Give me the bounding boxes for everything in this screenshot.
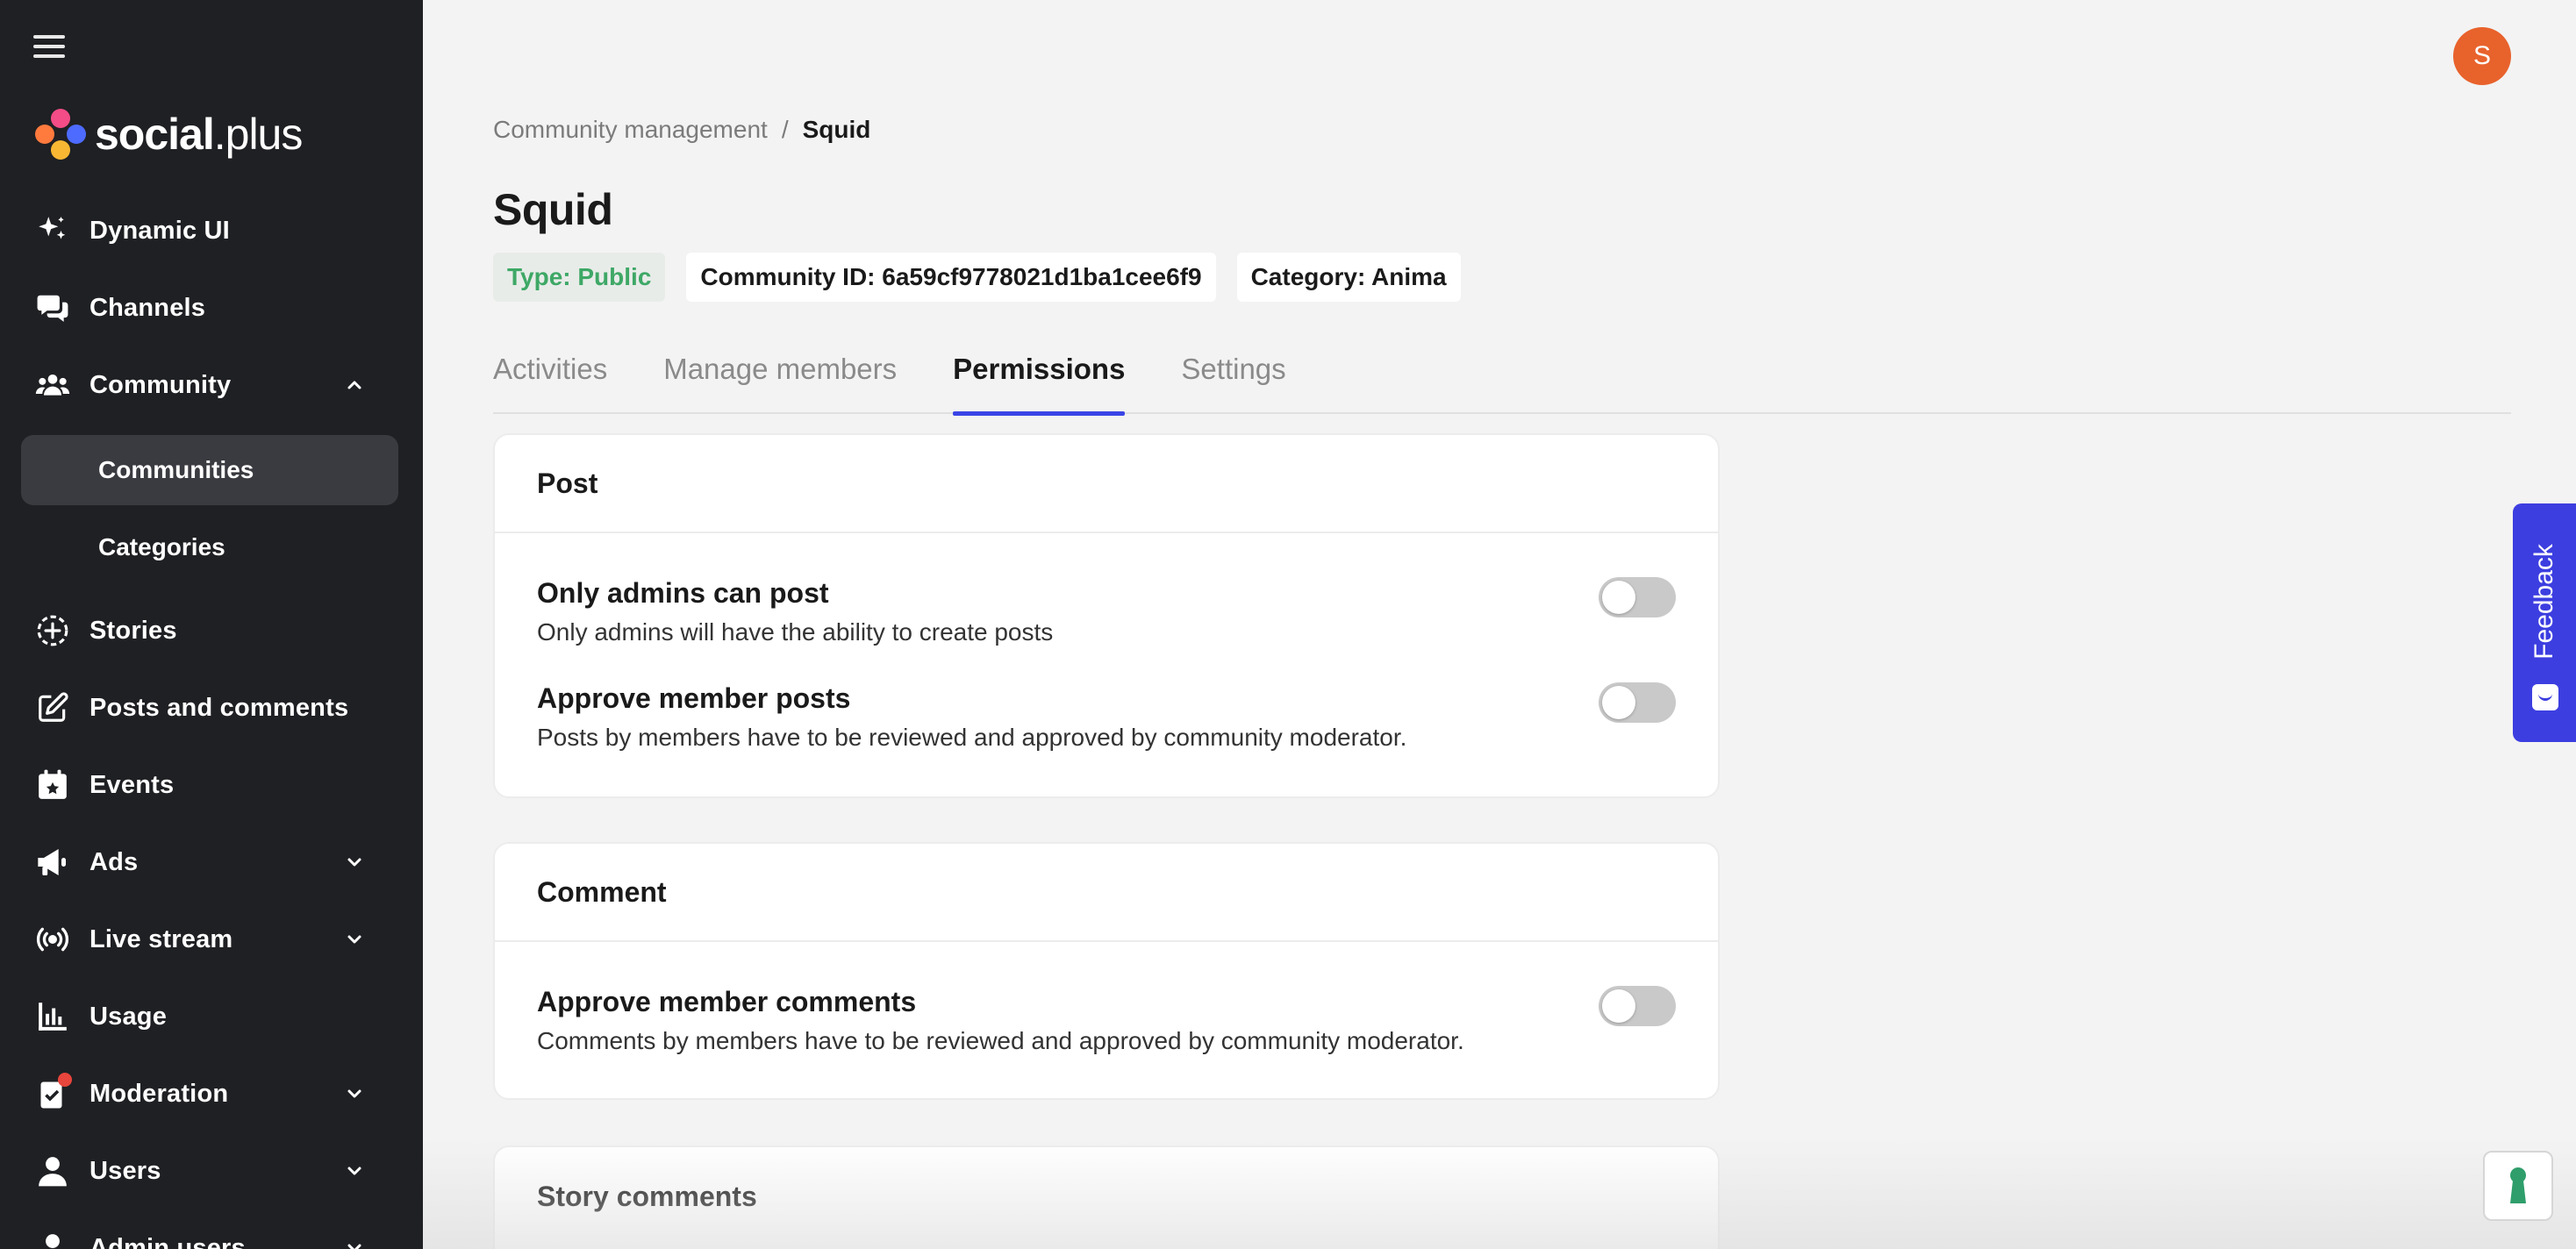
help-button[interactable]	[2483, 1151, 2553, 1221]
logo-mark-icon	[35, 109, 86, 160]
story-comments-card: Story comments	[493, 1146, 1720, 1249]
chevron-down-icon	[347, 935, 361, 944]
section-title: Comment	[495, 844, 1718, 942]
approve-member-posts-toggle[interactable]	[1599, 682, 1676, 723]
chevron-up-icon	[347, 381, 361, 389]
tab-bar: Activities Manage members Permissions Se…	[493, 347, 2511, 416]
breadcrumb-community-management[interactable]: Community management	[493, 116, 768, 144]
community-tags: Type: Public Community ID: 6a59cf9778021…	[493, 253, 1461, 302]
sidebar-item-label: Moderation	[89, 1079, 229, 1108]
chevron-down-icon	[347, 1167, 361, 1175]
clipboard-check-icon	[35, 1073, 72, 1111]
user-icon	[35, 1153, 70, 1188]
breadcrumb-separator: /	[781, 116, 789, 143]
approve-member-comments-toggle[interactable]	[1599, 986, 1676, 1026]
permission-row: Approve member posts Posts by members ha…	[537, 682, 1676, 752]
sidebar-item-label: Dynamic UI	[89, 216, 230, 245]
sidebar-item-dynamic-ui[interactable]: Dynamic UI	[21, 196, 398, 266]
calendar-star-icon	[35, 767, 70, 803]
logo-text-bold: social	[95, 110, 215, 159]
megaphone-icon	[35, 845, 70, 880]
sidebar-item-events[interactable]: Events	[21, 750, 398, 820]
permission-description: Only admins will have the ability to cre…	[537, 618, 1054, 646]
feedback-button[interactable]: Feedback	[2513, 503, 2576, 742]
tab-settings[interactable]: Settings	[1181, 347, 1285, 414]
hamburger-menu-icon[interactable]	[33, 35, 65, 61]
sidebar-item-label: Community	[89, 370, 232, 399]
permission-title: Only admins can post	[537, 577, 829, 609]
permission-row: Only admins can post Only admins will ha…	[537, 577, 1676, 646]
admin-user-icon	[35, 1231, 70, 1249]
feedback-label: Feedback	[2529, 544, 2558, 660]
sidebar-item-label: Live stream	[89, 924, 233, 953]
sidebar-item-users[interactable]: Users	[21, 1136, 398, 1206]
chevron-down-icon	[347, 858, 361, 867]
comment-permissions-card: Comment Approve member comments Comments…	[493, 842, 1720, 1100]
community-id-tag: Community ID: 6a59cf9778021d1ba1cee6f9	[686, 253, 1216, 302]
notification-badge	[58, 1073, 72, 1087]
breadcrumb: Community management / Squid	[493, 116, 870, 144]
section-title: Story comments	[537, 1180, 757, 1212]
sidebar-item-label: Users	[89, 1156, 161, 1185]
tab-activities[interactable]: Activities	[493, 347, 607, 414]
tab-manage-members[interactable]: Manage members	[663, 347, 897, 414]
sidebar-subitem-categories[interactable]: Categories	[21, 512, 398, 582]
people-icon	[35, 368, 70, 403]
category-tag: Category: Anima	[1236, 253, 1461, 302]
sidebar-item-label: Admin users	[89, 1233, 246, 1249]
permission-description: Comments by members have to be reviewed …	[537, 1027, 1464, 1054]
only-admins-post-toggle[interactable]	[1599, 577, 1676, 617]
sidebar-item-live-stream[interactable]: Live stream	[21, 904, 398, 974]
edit-icon	[35, 690, 70, 725]
smiley-icon	[2532, 684, 2558, 710]
sidebar-subitem-communities[interactable]: Communities	[21, 435, 398, 505]
permission-title: Approve member posts	[537, 682, 851, 714]
sidebar-item-label: Posts and comments	[89, 693, 349, 722]
sidebar-item-stories[interactable]: Stories	[21, 596, 398, 666]
sidebar-item-label: Stories	[89, 616, 177, 645]
sidebar-item-community[interactable]: Community	[21, 350, 398, 420]
sidebar: social.plus Dynamic UI Channels Communit…	[0, 0, 423, 1249]
sidebar-item-channels[interactable]: Channels	[21, 273, 398, 343]
keyhole-icon	[2510, 1167, 2526, 1203]
broadcast-icon	[35, 922, 70, 957]
permission-description: Posts by members have to be reviewed and…	[537, 724, 1407, 751]
permission-row: Approve member comments Comments by memb…	[537, 986, 1676, 1055]
logo: social.plus	[35, 109, 304, 160]
sidebar-item-label: Ads	[89, 847, 139, 876]
post-permissions-card: Post Only admins can post Only admins wi…	[493, 433, 1720, 798]
breadcrumb-current: Squid	[802, 116, 871, 143]
logo-text-light: .plus	[213, 110, 304, 159]
bar-chart-icon	[35, 999, 70, 1034]
sidebar-item-label: Events	[89, 770, 175, 799]
sidebar-item-usage[interactable]: Usage	[21, 981, 398, 1052]
page-title: Squid	[493, 185, 613, 234]
sidebar-item-label: Channels	[89, 293, 206, 322]
sidebar-item-label: Usage	[89, 1002, 168, 1031]
user-avatar[interactable]: S	[2453, 27, 2511, 85]
chevron-down-icon	[347, 1244, 361, 1249]
section-title: Post	[495, 435, 1718, 533]
chat-bubbles-icon	[35, 290, 70, 325]
plus-circle-dashed-icon	[35, 613, 70, 648]
permission-title: Approve member comments	[537, 986, 917, 1017]
sidebar-item-admin-users[interactable]: Admin users	[21, 1213, 398, 1249]
type-tag: Type: Public	[493, 253, 666, 302]
sidebar-item-posts-and-comments[interactable]: Posts and comments	[21, 673, 398, 743]
chevron-down-icon	[347, 1089, 361, 1098]
sidebar-item-moderation[interactable]: Moderation	[21, 1059, 398, 1129]
sidebar-item-ads[interactable]: Ads	[21, 827, 398, 897]
tab-permissions[interactable]: Permissions	[953, 347, 1126, 416]
sparkles-icon	[35, 213, 70, 248]
